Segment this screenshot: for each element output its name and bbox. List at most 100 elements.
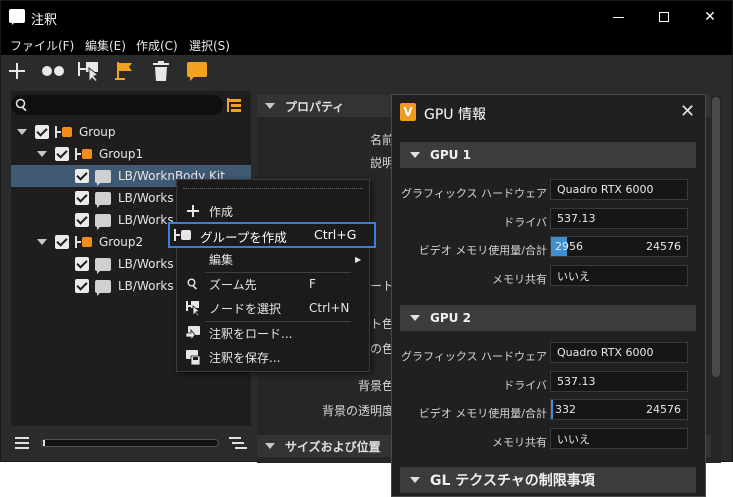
menu-create[interactable]: 作成(C) (136, 37, 178, 54)
note-icon (95, 191, 111, 208)
gpu-field-label: ドライバ (503, 379, 547, 392)
gl-texture-section-header[interactable]: GL テクスチャの制限事項 (400, 467, 696, 493)
group-icon (75, 236, 93, 248)
prop-label: 背景の透明度 (321, 404, 394, 418)
ctx-label: グループを作成 (200, 230, 287, 245)
plus-icon (185, 203, 201, 219)
menu-select[interactable]: 選択(S) (189, 37, 230, 54)
note-button[interactable] (185, 59, 209, 83)
collapse-arrow-icon (410, 477, 420, 483)
visibility-checkbox[interactable] (75, 213, 89, 227)
graphics-hardware-field: Quadro RTX 6000 (550, 179, 688, 200)
graphics-hardware-field: Quadro RTX 6000 (550, 342, 688, 363)
collapse-arrow-icon (410, 315, 420, 321)
expand-arrow-icon[interactable] (17, 129, 27, 135)
expand-arrow-icon[interactable] (37, 239, 47, 245)
graphics-hardware-value: Quadro RTX 6000 (557, 183, 654, 196)
note-icon (95, 257, 111, 274)
visibility-checkbox[interactable] (55, 147, 69, 161)
memory-shared-value: いいえ (557, 432, 590, 446)
ctx-label: 編集 (209, 252, 234, 267)
gpu-dialog-header[interactable]: V GPU 情報 ✕ (392, 95, 705, 131)
expand-arrow-icon[interactable] (37, 151, 47, 157)
ctx-shortcut: F (309, 277, 316, 291)
vram-total-value: 24576 (646, 240, 681, 253)
minimize-button[interactable] (595, 1, 641, 33)
ctx-item-select-node[interactable]: ノードを選択 Ctrl+N (177, 297, 369, 319)
memory-shared-field: いいえ (550, 265, 688, 286)
visibility-checkbox[interactable] (35, 125, 49, 139)
ctx-item-edit[interactable]: 編集 ▶ (177, 248, 369, 270)
property-scrollbar[interactable] (711, 95, 721, 463)
ctx-label: 注釈を保存... (209, 350, 281, 365)
tree-item-label: Group1 (99, 147, 144, 161)
window-title: 注釈 (31, 13, 58, 28)
flag-button[interactable] (113, 59, 137, 83)
gpu1-section-header[interactable]: GPU 1 (400, 142, 696, 168)
menu-drag-handle (183, 188, 363, 189)
filter-button[interactable] (225, 95, 243, 115)
menu-edit[interactable]: 編集(E) (85, 37, 126, 54)
note-app-icon (9, 9, 25, 25)
tree-scroll-slider[interactable] (41, 439, 219, 447)
tree-item-label: LB/Works E (118, 191, 185, 205)
group-icon (55, 126, 73, 138)
ctx-item-create[interactable]: 作成 (177, 200, 369, 222)
menu-icon[interactable] (15, 437, 29, 449)
select-node-icon (185, 300, 201, 316)
properties-section-title: プロパティ (285, 99, 345, 114)
ctx-item-zoom[interactable]: ズーム先 F (177, 273, 369, 295)
memory-shared-value: いいえ (557, 269, 590, 283)
load-note-icon (185, 325, 201, 341)
plus-icon (9, 63, 25, 79)
tree-item-label: LB/Works E (118, 279, 185, 293)
gpu-dialog-title: GPU 情報 (424, 107, 486, 123)
ctx-label: ズーム先 (209, 277, 257, 292)
vram-usage-bar: 332 24576 (550, 399, 688, 420)
menu-bar: ファイル(F) 編集(E) 作成(C) 選択(S) (1, 33, 732, 55)
collapse-list-icon[interactable] (229, 437, 247, 449)
ctx-label: ノードを選択 (209, 301, 282, 316)
title-bar[interactable]: 注釈 ✕ (1, 1, 732, 33)
ctx-item-load-notes[interactable]: 注釈をロード... (177, 322, 369, 344)
tree-bottom-bar (11, 433, 251, 453)
vram-usage-fill (551, 400, 553, 419)
close-icon[interactable]: ✕ (680, 101, 695, 122)
collapse-arrow-icon (410, 152, 420, 158)
visibility-checkbox[interactable] (75, 279, 89, 293)
search-icon (15, 98, 27, 112)
add-button[interactable] (5, 59, 29, 83)
ctx-item-create-group[interactable]: グループを作成 Ctrl+G (168, 222, 376, 248)
menu-file[interactable]: ファイル(F) (10, 37, 74, 54)
search-icon (185, 276, 201, 292)
submenu-arrow-icon: ▶ (355, 254, 362, 264)
note-icon (187, 62, 207, 81)
prop-label: 背景色 (357, 379, 394, 393)
maximize-button[interactable] (641, 1, 687, 33)
vram-total-value: 24576 (646, 403, 681, 416)
visibility-checkbox[interactable] (75, 169, 89, 183)
search-input[interactable] (11, 95, 223, 115)
tree-group-row[interactable]: Group1 (11, 143, 251, 165)
scrollbar-thumb[interactable] (712, 97, 720, 377)
maximize-icon (659, 12, 669, 22)
visibility-checkbox[interactable] (55, 235, 69, 249)
trash-icon (153, 61, 169, 81)
connect-button[interactable] (41, 59, 65, 83)
group-icon (75, 148, 93, 160)
minimize-icon (612, 16, 624, 18)
vram-used-value: 332 (555, 403, 576, 416)
close-button[interactable]: ✕ (687, 1, 733, 33)
delete-button[interactable] (149, 59, 173, 83)
graphics-hardware-value: Quadro RTX 6000 (557, 346, 654, 359)
visibility-checkbox[interactable] (75, 257, 89, 271)
slider-handle[interactable] (43, 440, 45, 446)
ctx-item-save-notes[interactable]: 注釈を保存... (177, 346, 369, 368)
tree-filter-icon (227, 98, 241, 112)
gpu-name: GPU 2 (430, 311, 471, 325)
select-node-button[interactable] (77, 59, 101, 83)
gpu2-section-header[interactable]: GPU 2 (400, 305, 696, 331)
tree-group-row[interactable]: Group (11, 121, 251, 143)
driver-value: 537.13 (557, 375, 596, 388)
visibility-checkbox[interactable] (75, 191, 89, 205)
